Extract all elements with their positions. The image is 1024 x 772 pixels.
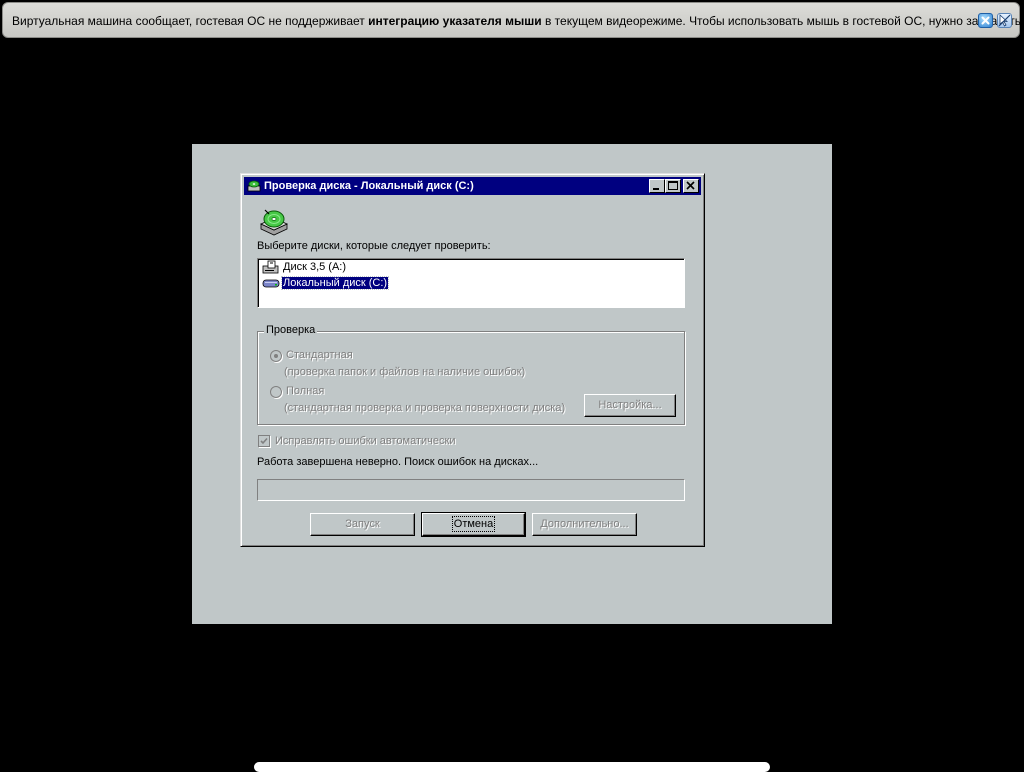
drive-label: Диск 3,5 (A:) xyxy=(283,261,347,273)
no-pointer-icon[interactable] xyxy=(997,13,1012,28)
settings-button[interactable]: Настройка... xyxy=(584,394,676,417)
advanced-button[interactable]: Дополнительно... xyxy=(532,513,637,536)
start-button[interactable]: Запуск xyxy=(310,513,415,536)
full-radio[interactable] xyxy=(270,386,282,398)
progress-bar xyxy=(257,479,685,501)
status-strip xyxy=(254,762,770,772)
guest-screen[interactable]: Проверка диска - Локальный диск (C:) Выб… xyxy=(192,144,832,624)
scandisk-dialog: Проверка диска - Локальный диск (C:) Выб… xyxy=(240,173,705,547)
standard-description: (проверка папок и файлов на наличие ошиб… xyxy=(284,366,526,378)
disk-check-icon xyxy=(247,180,261,192)
disk-check-icon xyxy=(260,209,288,236)
cancel-button[interactable]: Отмена xyxy=(421,512,526,537)
title-bar[interactable]: Проверка диска - Локальный диск (C:) xyxy=(244,177,701,195)
drive-list[interactable]: Диск 3,5 (A:) Локальный диск (C:) xyxy=(257,258,685,308)
group-label: Проверка xyxy=(264,324,318,336)
status-text: Работа завершена неверно. Поиск ошибок н… xyxy=(257,456,539,468)
standard-radio[interactable] xyxy=(270,350,282,362)
auto-fix-label: Исправлять ошибки автоматически xyxy=(275,435,456,447)
minimize-button[interactable] xyxy=(649,179,665,193)
full-label: Полная xyxy=(286,385,325,397)
notification-bar: Виртуальная машина сообщает, гостевая ОС… xyxy=(2,2,1022,38)
select-drives-label: Выберите диски, которые следует проверит… xyxy=(257,240,491,252)
notification-message: Виртуальная машина сообщает, гостевая ОС… xyxy=(12,14,1022,28)
close-button[interactable] xyxy=(683,179,699,193)
full-description: (стандартная проверка и проверка поверхн… xyxy=(284,402,566,414)
standard-label: Стандартная xyxy=(286,349,353,361)
close-icon[interactable] xyxy=(978,13,993,28)
auto-fix-checkbox[interactable] xyxy=(258,435,270,447)
window-title: Проверка диска - Локальный диск (C:) xyxy=(264,180,474,192)
check-type-group: Проверка Стандартная (проверка папок и ф… xyxy=(257,324,685,425)
drive-label: Локальный диск (C:) xyxy=(280,276,390,290)
hard-drive-icon xyxy=(262,279,280,288)
floppy-drive-icon xyxy=(262,260,279,274)
maximize-button[interactable] xyxy=(665,179,681,193)
